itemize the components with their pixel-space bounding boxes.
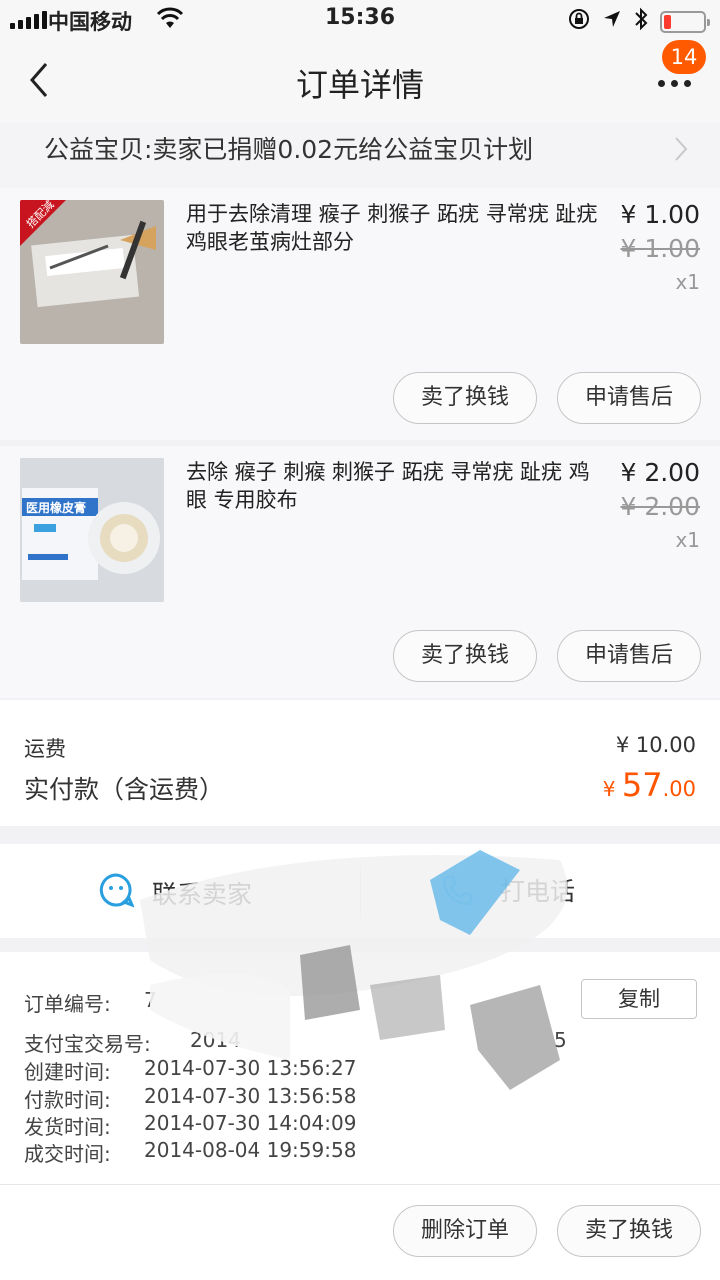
- product-title[interactable]: 去除 瘊子 刺瘊 刺猴子 跖疣 寻常疣 趾疣 鸡眼 专用胶布: [186, 458, 606, 514]
- shipped-value: 2014-07-30 14:04:09: [144, 1111, 357, 1135]
- nav-bar: 订单详情 14: [0, 40, 720, 122]
- paid-amount: ¥ 57.00: [603, 766, 696, 804]
- location-icon: [602, 9, 622, 34]
- chevron-right-icon: [674, 136, 688, 169]
- box-label: 医用橡皮膏: [26, 500, 86, 515]
- page-title: 订单详情: [295, 66, 424, 104]
- phone-icon: [440, 874, 474, 912]
- delete-order-button[interactable]: 删除订单: [393, 1205, 537, 1257]
- paid-row: 付款时间: 2014-07-30 13:56:58: [24, 1084, 356, 1113]
- contact-seller-button[interactable]: 联系卖家: [98, 872, 252, 914]
- bottom-action-bar: 删除订单 卖了换钱: [0, 1184, 720, 1280]
- completed-label: 成交时间:: [24, 1142, 111, 1166]
- product-original-price: ¥ 1.00: [620, 234, 700, 263]
- charity-banner[interactable]: 公益宝贝:卖家已捐赠0.02元给公益宝贝计划: [0, 122, 720, 188]
- paid-currency: ¥: [602, 777, 622, 801]
- paid-integer: 57: [621, 766, 663, 804]
- shipping-label: 运费: [24, 737, 66, 761]
- product-quantity: x1: [675, 270, 700, 294]
- order-item[interactable]: 搭配減 用于去除清理 瘊子 刺猴子 跖疣 寻常疣 趾疣 鸡眼老茧病灶部分 ¥ 1…: [0, 188, 720, 440]
- alipay-row: 支付宝交易号: 2014 5: [24, 1028, 567, 1057]
- product-title[interactable]: 用于去除清理 瘊子 刺猴子 跖疣 寻常疣 趾疣 鸡眼老茧病灶部分: [186, 200, 606, 256]
- product-image[interactable]: 搭配減: [20, 200, 164, 344]
- contact-bar: 联系卖家 打电话: [0, 844, 720, 938]
- message-badge[interactable]: 14: [662, 40, 706, 74]
- divider: [360, 866, 361, 918]
- product-original-price: ¥ 2.00: [620, 492, 700, 521]
- alipay-label: 支付宝交易号:: [24, 1032, 151, 1056]
- product-price: ¥ 1.00: [620, 200, 700, 229]
- order-info: 订单编号: 7 复制 支付宝交易号: 2014 5 创建时间: 2014-07-…: [0, 952, 720, 1184]
- paid-time-value: 2014-07-30 13:56:58: [144, 1084, 357, 1108]
- charity-text: 公益宝贝:卖家已捐赠0.02元给公益宝贝计划: [44, 135, 534, 164]
- bluetooth-icon: [634, 7, 648, 36]
- completed-row: 成交时间: 2014-08-04 19:59:58: [24, 1138, 356, 1167]
- sell-button[interactable]: 卖了换钱: [393, 372, 537, 424]
- contact-seller-label: 联系卖家: [152, 880, 253, 909]
- shipped-row: 发货时间: 2014-07-30 14:04:09: [24, 1111, 356, 1140]
- order-totals: 运费 ¥ 10.00 实付款（含运费） ¥ 57.00: [0, 700, 720, 826]
- sell-button[interactable]: 卖了换钱: [557, 1205, 701, 1257]
- order-item[interactable]: 医用橡皮膏 去除 瘊子 刺瘊 刺猴子 跖疣 寻常疣 趾疣 鸡眼 专用胶布 ¥ 2…: [0, 446, 720, 698]
- status-bar: 中国移动 15:36: [0, 0, 720, 40]
- created-value: 2014-07-30 13:56:27: [144, 1056, 357, 1080]
- after-sale-button[interactable]: 申请售后: [557, 630, 701, 682]
- alipay-value-tail: 5: [554, 1028, 567, 1052]
- battery-icon: [660, 10, 710, 33]
- paid-decimal: .00: [662, 777, 696, 801]
- product-quantity: x1: [675, 528, 700, 552]
- copy-button[interactable]: 复制: [581, 979, 697, 1019]
- paid-label: 实付款（含运费）: [24, 775, 225, 804]
- sell-button[interactable]: 卖了换钱: [393, 630, 537, 682]
- paid-time-label: 付款时间:: [24, 1088, 111, 1112]
- chat-icon: [98, 872, 135, 914]
- alipay-value: 2014: [190, 1028, 241, 1052]
- created-label: 创建时间:: [24, 1060, 111, 1084]
- call-button[interactable]: 打电话: [500, 872, 575, 908]
- shipping-value: ¥ 10.00: [615, 733, 696, 757]
- product-image[interactable]: 医用橡皮膏: [20, 458, 164, 602]
- order-number-value: 7: [144, 988, 157, 1012]
- more-icon: [658, 80, 691, 87]
- created-row: 创建时间: 2014-07-30 13:56:27: [24, 1056, 356, 1085]
- after-sale-button[interactable]: 申请售后: [557, 372, 701, 424]
- shipped-label: 发货时间:: [24, 1115, 111, 1139]
- product-price: ¥ 2.00: [620, 458, 700, 487]
- order-number-row: 订单编号: 7: [24, 988, 157, 1017]
- orientation-lock-icon: [568, 8, 590, 35]
- order-number-label: 订单编号:: [24, 992, 111, 1016]
- completed-value: 2014-08-04 19:59:58: [144, 1138, 357, 1162]
